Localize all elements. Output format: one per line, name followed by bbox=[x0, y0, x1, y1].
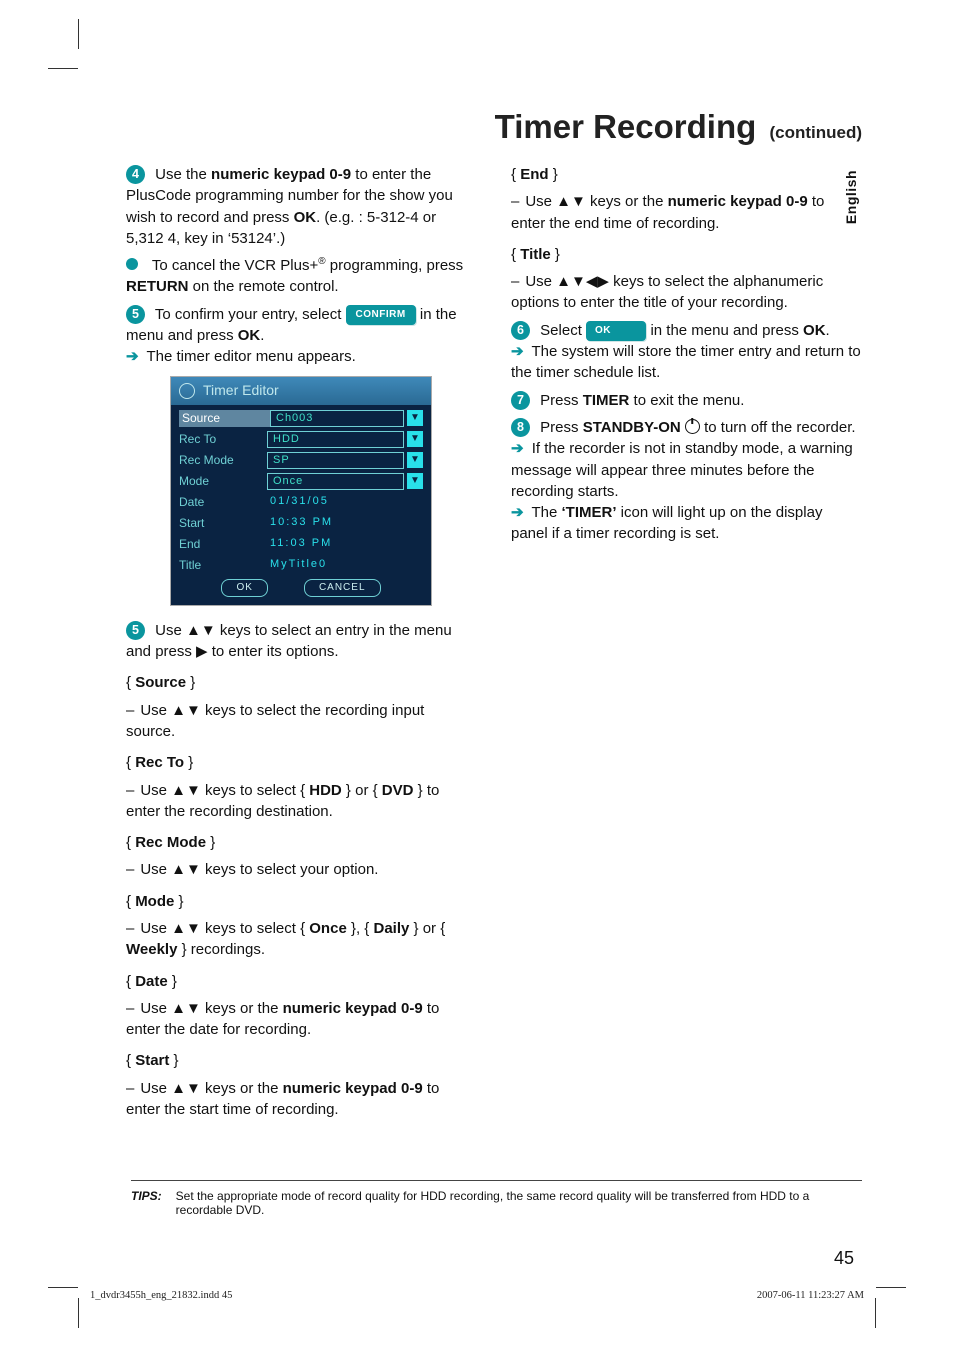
panel-row-value: 11:03 PM bbox=[267, 536, 332, 552]
ok-pill: OK bbox=[586, 321, 646, 341]
field-source: { Source } –Use ▲▼ keys to select the re… bbox=[126, 672, 477, 742]
footer-date: 2007-06-11 11:23:27 AM bbox=[757, 1290, 864, 1301]
panel-row-label: Title bbox=[179, 557, 267, 574]
cancel-note: To cancel the VCR Plus+® programming, pr… bbox=[126, 255, 477, 298]
step-4: 4 Use the numeric keypad 0-9 to enter th… bbox=[126, 164, 477, 249]
field-rec-to: { Rec To } –Use ▲▼ keys to select { HDD … bbox=[126, 752, 477, 822]
step-4-marker: 4 bbox=[126, 165, 145, 184]
left-column: 4 Use the numeric keypad 0-9 to enter th… bbox=[126, 164, 477, 1126]
footer-file: 1_dvdr3455h_eng_21832.indd 45 bbox=[90, 1290, 232, 1301]
step-5b-marker: 5 bbox=[126, 621, 145, 640]
arrow-icon: ➔ bbox=[511, 343, 524, 360]
arrow-icon: ➔ bbox=[126, 348, 139, 365]
right-column: { End } –Use ▲▼ keys or the numeric keyp… bbox=[511, 164, 862, 1126]
step-5-select: 5 Use ▲▼ keys to select an entry in the … bbox=[126, 620, 477, 663]
panel-row-label: Source bbox=[179, 410, 270, 427]
field-start: { Start } –Use ▲▼ keys or the numeric ke… bbox=[126, 1050, 477, 1120]
step-6-marker: 6 bbox=[511, 321, 530, 340]
power-icon bbox=[685, 419, 700, 434]
panel-cancel-button: CANCEL bbox=[304, 579, 381, 597]
panel-header: Timer Editor bbox=[171, 377, 431, 405]
tips-box: TIPS: Set the appropriate mode of record… bbox=[131, 1180, 862, 1217]
panel-row-label: Date bbox=[179, 494, 267, 511]
step-5-confirm: 5 To confirm your entry, select CONFIRM … bbox=[126, 304, 477, 368]
step-6: 6 Select OK in the menu and press OK. ➔ … bbox=[511, 320, 862, 384]
panel-row-value: MyTitle0 bbox=[267, 557, 327, 573]
panel-row: Rec ModeSP▼ bbox=[179, 451, 423, 470]
panel-row: End11:03 PM bbox=[179, 535, 423, 554]
dropdown-arrow-icon: ▼ bbox=[407, 473, 423, 489]
panel-row: SourceCh003▼ bbox=[179, 409, 423, 428]
panel-row: Date01/31/05 bbox=[179, 493, 423, 512]
panel-row: Start10:33 PM bbox=[179, 514, 423, 533]
panel-row: Rec ToHDD▼ bbox=[179, 430, 423, 449]
panel-row-value: 01/31/05 bbox=[267, 494, 329, 510]
page-number: 45 bbox=[834, 1248, 854, 1269]
footer-meta: 1_dvdr3455h_eng_21832.indd 45 2007-06-11… bbox=[90, 1290, 864, 1301]
panel-row: ModeOnce▼ bbox=[179, 472, 423, 491]
panel-row-value: HDD bbox=[267, 431, 404, 448]
step-8: 8 Press STANDBY-ON to turn off the recor… bbox=[511, 417, 862, 545]
panel-row-value: Once bbox=[267, 473, 404, 490]
bullet-icon bbox=[126, 258, 138, 270]
panel-row-label: End bbox=[179, 536, 267, 553]
arrow-icon: ➔ bbox=[511, 440, 524, 457]
field-end: { End } –Use ▲▼ keys or the numeric keyp… bbox=[511, 164, 862, 234]
step-7-marker: 7 bbox=[511, 391, 530, 410]
clock-icon bbox=[179, 383, 195, 399]
panel-row-label: Start bbox=[179, 515, 267, 532]
field-rec-mode: { Rec Mode } –Use ▲▼ keys to select your… bbox=[126, 832, 477, 881]
page-title: Timer Recording bbox=[495, 108, 766, 145]
tips-text: Set the appropriate mode of record quali… bbox=[176, 1189, 862, 1217]
panel-title: Timer Editor bbox=[203, 381, 279, 401]
arrow-icon: ➔ bbox=[511, 504, 524, 521]
panel-row: TitleMyTitle0 bbox=[179, 556, 423, 575]
field-date: { Date } –Use ▲▼ keys or the numeric key… bbox=[126, 971, 477, 1041]
panel-row-value: SP bbox=[267, 452, 404, 469]
dropdown-arrow-icon: ▼ bbox=[407, 431, 423, 447]
tips-label: TIPS: bbox=[131, 1189, 162, 1217]
step-7: 7 Press TIMER to exit the menu. bbox=[511, 390, 862, 411]
panel-ok-button: OK bbox=[221, 579, 267, 597]
field-mode: { Mode } –Use ▲▼ keys to select { Once }… bbox=[126, 891, 477, 961]
panel-row-label: Rec Mode bbox=[179, 452, 267, 469]
panel-row-label: Rec To bbox=[179, 431, 267, 448]
dropdown-arrow-icon: ▼ bbox=[407, 410, 423, 426]
panel-row-label: Mode bbox=[179, 473, 267, 490]
step-8-marker: 8 bbox=[511, 418, 530, 437]
step-5-marker: 5 bbox=[126, 305, 145, 324]
dropdown-arrow-icon: ▼ bbox=[407, 452, 423, 468]
panel-row-value: 10:33 PM bbox=[267, 515, 333, 531]
timer-editor-panel: Timer Editor SourceCh003▼Rec ToHDD▼Rec M… bbox=[170, 376, 432, 606]
panel-row-value: Ch003 bbox=[270, 410, 404, 427]
page-subtitle: (continued) bbox=[769, 123, 862, 142]
field-title: { Title } –Use ▲▼◀▶ keys to select the a… bbox=[511, 244, 862, 314]
confirm-pill: CONFIRM bbox=[346, 305, 416, 325]
